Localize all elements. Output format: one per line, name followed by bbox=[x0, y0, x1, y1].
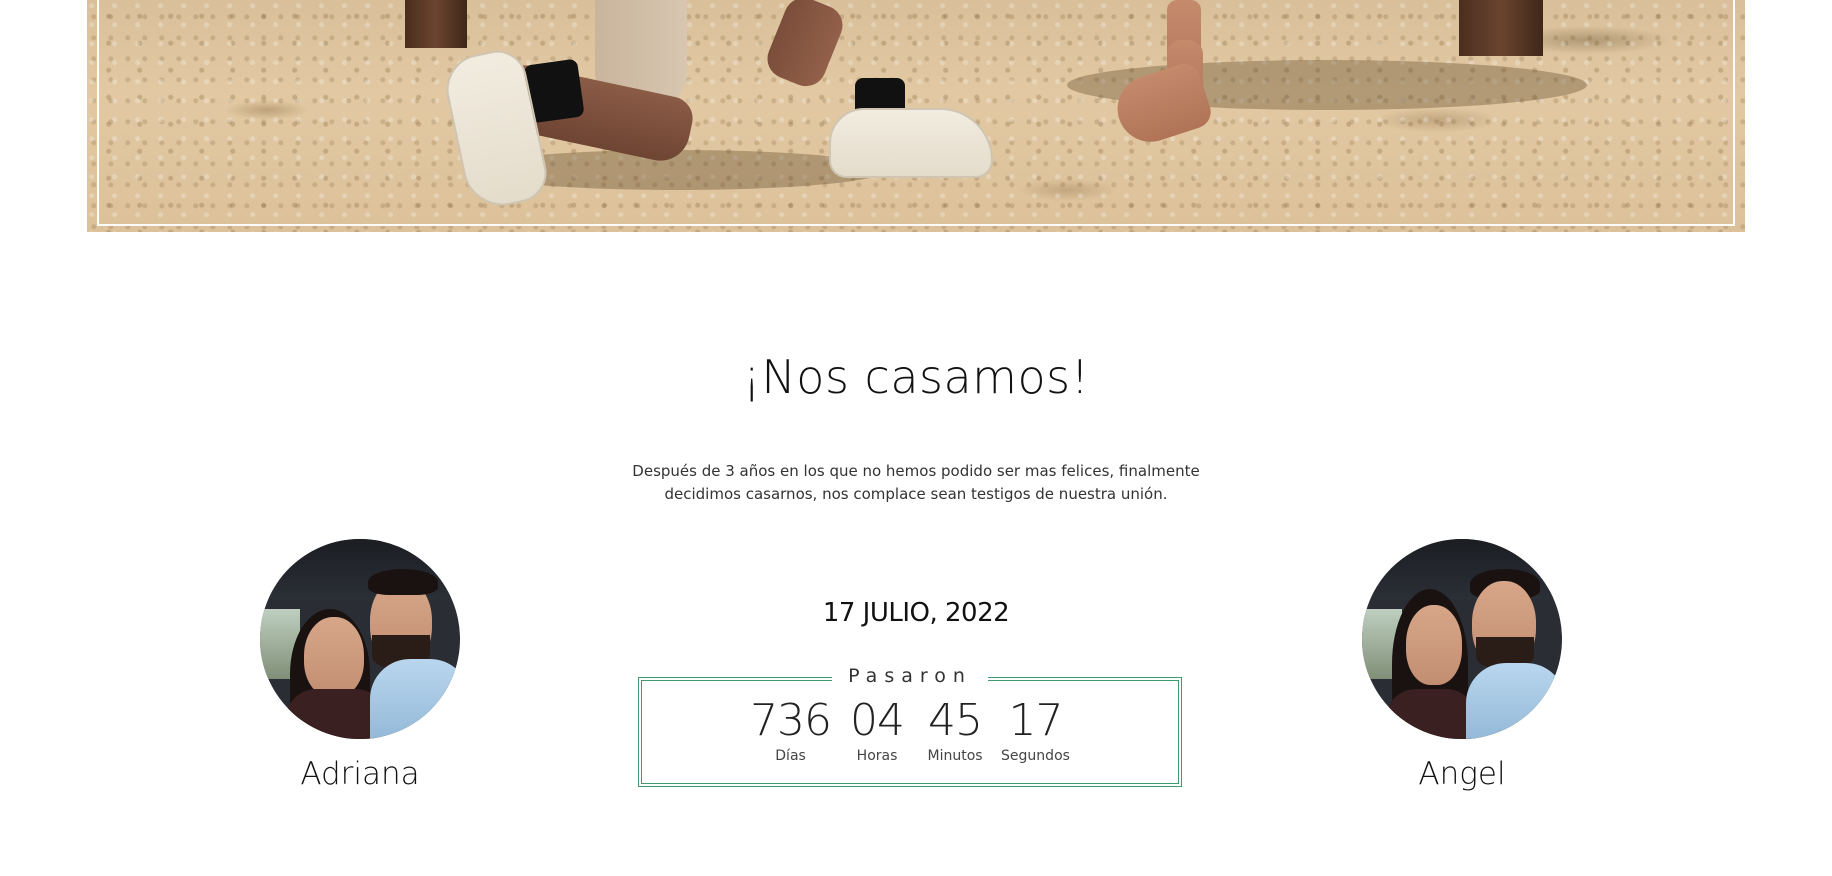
intro-text: Después de 3 años en los que no hemos po… bbox=[632, 462, 1200, 503]
shirt bbox=[370, 659, 460, 739]
groom-portrait bbox=[1362, 539, 1562, 739]
hours-label: Horas bbox=[856, 748, 898, 764]
hero-photo bbox=[87, 0, 1745, 232]
seconds-value: 17 bbox=[1008, 695, 1063, 746]
minutes-value: 45 bbox=[928, 695, 983, 746]
section-title: ¡Nos casamos! bbox=[742, 350, 1090, 404]
countdown-days: 736 Días bbox=[750, 695, 832, 765]
face bbox=[304, 617, 364, 697]
wedding-page: ¡Nos casamos! Después de 3 años en los q… bbox=[0, 0, 1832, 876]
seconds-label: Segundos bbox=[1001, 748, 1070, 764]
countdown-label: Pasaron bbox=[832, 665, 988, 687]
shirt bbox=[1466, 663, 1562, 739]
countdown-box: Pasaron 736 Días 04 Horas 45 Minutos 17 … bbox=[638, 665, 1182, 787]
countdown-seconds: 17 Segundos bbox=[1001, 695, 1070, 765]
wedding-date: 17 JULIO, 2022 bbox=[822, 598, 1010, 628]
countdown-minutes: 45 Minutos bbox=[923, 695, 987, 765]
bride-portrait bbox=[260, 539, 460, 739]
bride-name: Adriana bbox=[300, 756, 420, 792]
hours-value: 04 bbox=[850, 695, 905, 746]
hair bbox=[368, 569, 438, 595]
days-value: 736 bbox=[750, 695, 832, 746]
days-label: Días bbox=[775, 748, 806, 764]
minutes-label: Minutos bbox=[927, 748, 983, 764]
countdown-units: 736 Días 04 Horas 45 Minutos 17 Segundos bbox=[639, 695, 1181, 765]
photo-frame bbox=[97, 0, 1735, 226]
dress bbox=[1386, 689, 1476, 739]
groom-name: Angel bbox=[1418, 756, 1506, 792]
countdown-hours: 04 Horas bbox=[845, 695, 909, 765]
